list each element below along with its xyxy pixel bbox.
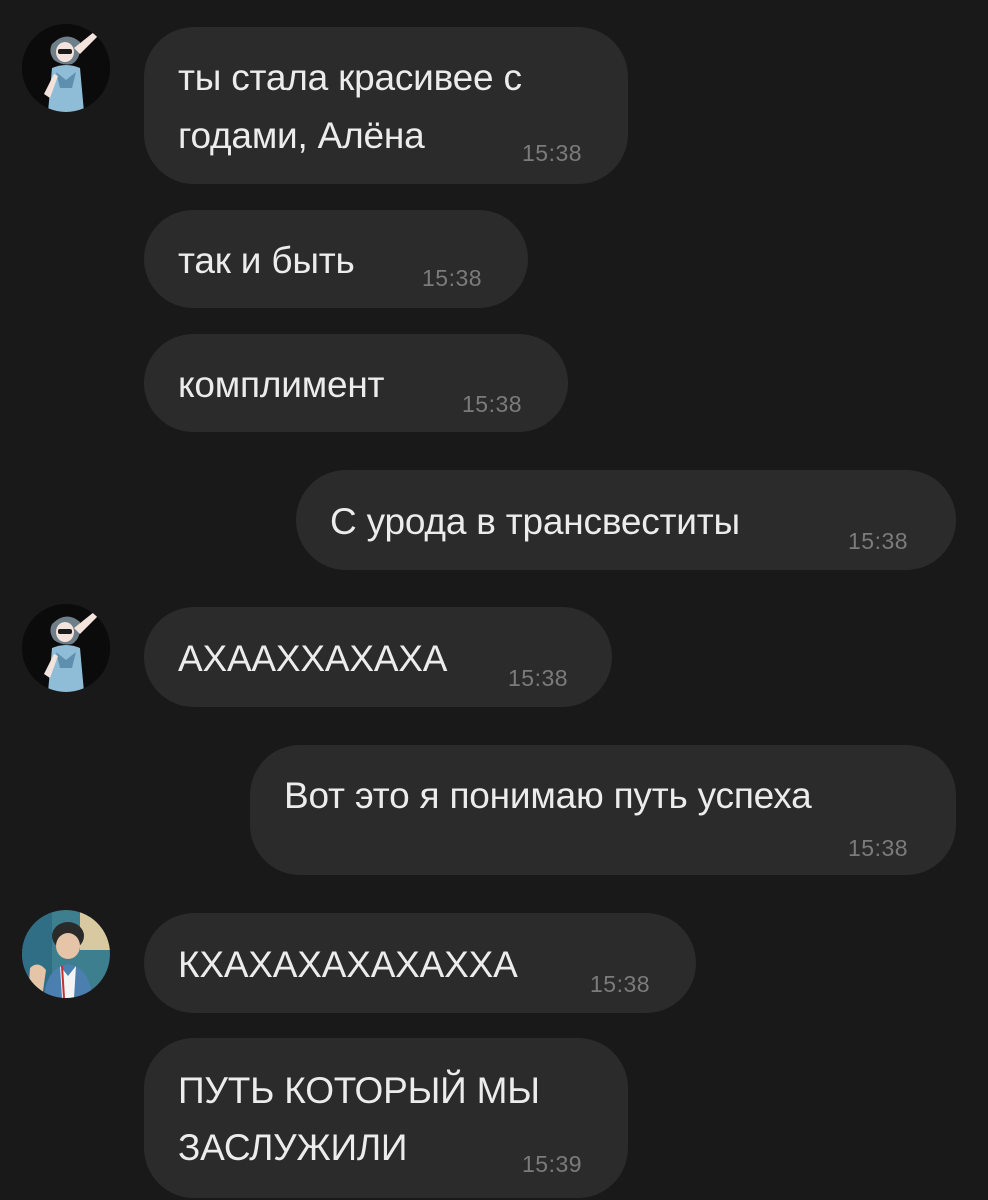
message-time: 15:38	[848, 835, 909, 861]
avatar-girl-2[interactable]	[22, 604, 110, 692]
message-time: 15:38	[422, 265, 483, 291]
message-bubble[interactable]: так и быть 15:38	[144, 210, 528, 308]
message-bubble-outgoing[interactable]: Вот это я понимаю путь успеха 15:38	[250, 745, 956, 875]
message-text: так и быть	[178, 240, 355, 281]
message-bubble[interactable]: комплимент 15:38	[144, 334, 568, 432]
message-bubble[interactable]: КХАХАХАХАХАХХА 15:38	[144, 913, 696, 1013]
boy-photo-avatar-icon	[22, 910, 110, 998]
message-text: ПУТЬ КОТОРЫЙ МЫ	[178, 1070, 540, 1111]
message-text: ЗАСЛУЖИЛИ	[178, 1127, 408, 1168]
avatar-girl-1[interactable]	[22, 24, 110, 112]
anime-girl-avatar-icon	[22, 604, 110, 692]
message-text: годами, Алёна	[178, 115, 425, 156]
message-text: С урода в трансвеститы	[330, 501, 740, 542]
anime-girl-avatar-icon	[22, 24, 110, 112]
message-text: Вот это я понимаю путь успеха	[284, 775, 812, 816]
message-bubble[interactable]: ПУТЬ КОТОРЫЙ МЫ ЗАСЛУЖИЛИ 15:39	[144, 1038, 628, 1198]
message-text: ты стала красивее с	[178, 57, 522, 98]
message-bubble[interactable]: АХААХХАХАХА 15:38	[144, 607, 612, 707]
message-time: 15:38	[522, 140, 583, 166]
message-time: 15:39	[522, 1151, 583, 1177]
avatar-boy[interactable]	[22, 910, 110, 998]
message-time: 15:38	[508, 665, 569, 691]
message-bubble[interactable]: ты стала красивее с годами, Алёна 15:38	[144, 27, 628, 184]
message-text: комплимент	[178, 364, 385, 405]
message-text: АХААХХАХАХА	[178, 638, 448, 679]
message-time: 15:38	[462, 391, 523, 417]
message-time: 15:38	[590, 971, 651, 997]
message-time: 15:38	[848, 528, 909, 554]
message-bubble-outgoing[interactable]: С урода в трансвеститы 15:38	[296, 470, 956, 570]
message-text: КХАХАХАХАХАХХА	[178, 944, 518, 985]
